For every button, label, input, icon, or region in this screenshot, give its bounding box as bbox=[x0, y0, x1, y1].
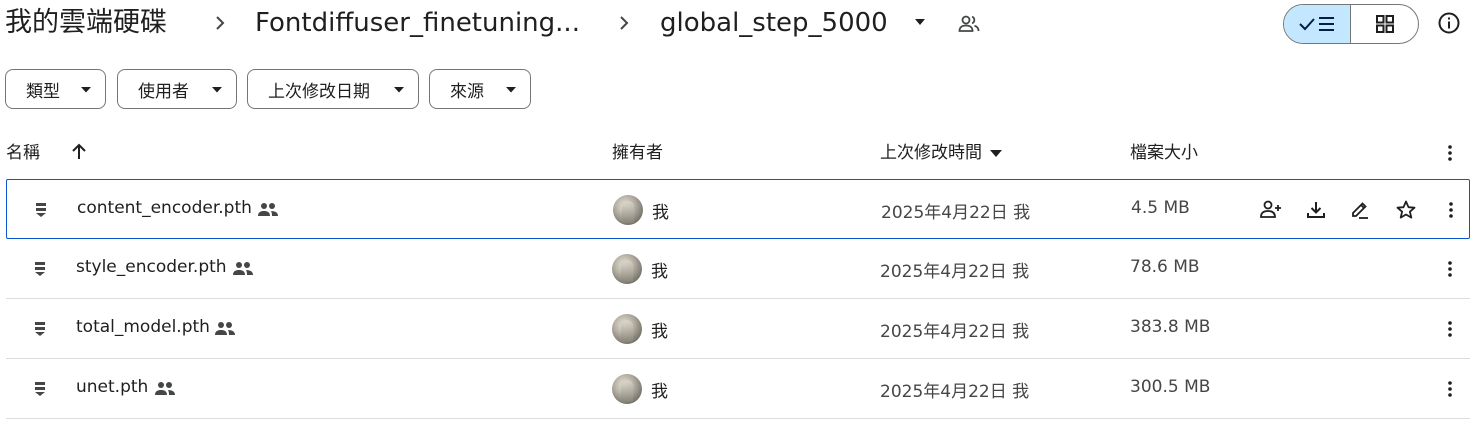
filter-label: 來源 bbox=[450, 81, 484, 102]
people-icon bbox=[257, 201, 279, 219]
file-icon bbox=[32, 380, 48, 398]
file-size: 4.5 MB bbox=[1131, 198, 1190, 218]
add-person-icon[interactable] bbox=[1259, 199, 1283, 221]
info-icon[interactable] bbox=[1437, 11, 1461, 35]
file-size: 383.8 MB bbox=[1130, 317, 1211, 337]
table-row[interactable]: unet.pth 我 2025年4月22日 我 300.5 MB bbox=[6, 359, 1470, 419]
filter-type-chip[interactable]: 類型 bbox=[5, 69, 106, 109]
caret-down-icon bbox=[506, 87, 516, 93]
caret-down-icon bbox=[81, 87, 91, 93]
arrow-up-icon[interactable] bbox=[68, 141, 90, 163]
owner-name: 我 bbox=[652, 203, 669, 223]
file-name[interactable]: total_model.pth bbox=[76, 317, 210, 337]
people-icon bbox=[154, 380, 176, 398]
modified-date: 2025年4月22日 我 bbox=[880, 262, 1030, 282]
people-icon[interactable] bbox=[957, 12, 981, 36]
owner-name: 我 bbox=[651, 262, 668, 282]
file-name[interactable]: style_encoder.pth bbox=[76, 257, 227, 277]
column-header-modified[interactable]: 上次修改時間 bbox=[880, 141, 982, 165]
column-header-name[interactable]: 名稱 bbox=[6, 141, 40, 165]
caret-down-icon bbox=[212, 87, 222, 93]
more-vert-icon[interactable] bbox=[1441, 200, 1461, 220]
people-icon bbox=[232, 260, 254, 278]
check-list-icon bbox=[1299, 17, 1334, 31]
caret-down-icon[interactable] bbox=[990, 150, 1002, 158]
column-header-size[interactable]: 檔案大小 bbox=[1130, 141, 1198, 165]
table-row[interactable]: content_encoder.pth 我 2025年4月22日 我 4.5 M… bbox=[6, 179, 1470, 239]
chevron-right-icon bbox=[617, 12, 631, 34]
more-vert-icon[interactable] bbox=[1440, 259, 1460, 279]
filter-label: 類型 bbox=[26, 81, 60, 102]
star-icon[interactable] bbox=[1395, 199, 1417, 221]
breadcrumb-root[interactable]: 我的雲端硬碟 bbox=[5, 4, 167, 42]
breadcrumb-folder[interactable]: Fontdiffuser_finetuning... bbox=[255, 4, 580, 42]
filter-label: 使用者 bbox=[138, 81, 189, 102]
header: 我的雲端硬碟 Fontdiffuser_finetuning... global… bbox=[0, 0, 1470, 50]
owner-name: 我 bbox=[651, 382, 668, 402]
avatar bbox=[612, 374, 642, 404]
avatar bbox=[612, 254, 642, 284]
modified-date: 2025年4月22日 我 bbox=[881, 203, 1031, 223]
caret-down-icon bbox=[394, 87, 404, 93]
file-name[interactable]: unet.pth bbox=[76, 377, 148, 397]
pencil-icon[interactable] bbox=[1349, 199, 1371, 221]
file-icon bbox=[33, 201, 49, 219]
list-view-button[interactable] bbox=[1284, 5, 1351, 43]
owner-name: 我 bbox=[651, 322, 668, 342]
view-toggle bbox=[1283, 4, 1419, 44]
file-icon bbox=[32, 260, 48, 278]
more-vert-icon[interactable] bbox=[1440, 143, 1460, 163]
file-size: 300.5 MB bbox=[1130, 377, 1211, 397]
modified-date: 2025年4月22日 我 bbox=[880, 382, 1030, 402]
filter-source-chip[interactable]: 來源 bbox=[429, 69, 531, 109]
avatar bbox=[613, 195, 643, 225]
column-header-owner[interactable]: 擁有者 bbox=[612, 141, 663, 165]
table-row[interactable]: total_model.pth 我 2025年4月22日 我 383.8 MB bbox=[6, 299, 1470, 359]
people-icon bbox=[214, 320, 236, 338]
grid-view-button[interactable] bbox=[1351, 5, 1418, 43]
grid-icon bbox=[1375, 15, 1394, 33]
table-row[interactable]: style_encoder.pth 我 2025年4月22日 我 78.6 MB bbox=[6, 239, 1470, 299]
filter-label: 上次修改日期 bbox=[268, 81, 370, 102]
file-icon bbox=[32, 320, 48, 338]
modified-date: 2025年4月22日 我 bbox=[880, 322, 1030, 342]
more-vert-icon[interactable] bbox=[1440, 379, 1460, 399]
breadcrumb-current[interactable]: global_step_5000 bbox=[660, 4, 888, 42]
more-vert-icon[interactable] bbox=[1440, 319, 1460, 339]
chevron-right-icon bbox=[213, 12, 227, 34]
filter-modified-chip[interactable]: 上次修改日期 bbox=[247, 69, 419, 109]
file-name[interactable]: content_encoder.pth bbox=[77, 198, 252, 218]
avatar bbox=[612, 314, 642, 344]
file-size: 78.6 MB bbox=[1130, 257, 1200, 277]
filter-people-chip[interactable]: 使用者 bbox=[117, 69, 237, 109]
caret-down-icon[interactable] bbox=[913, 17, 927, 27]
download-icon[interactable] bbox=[1305, 199, 1327, 221]
